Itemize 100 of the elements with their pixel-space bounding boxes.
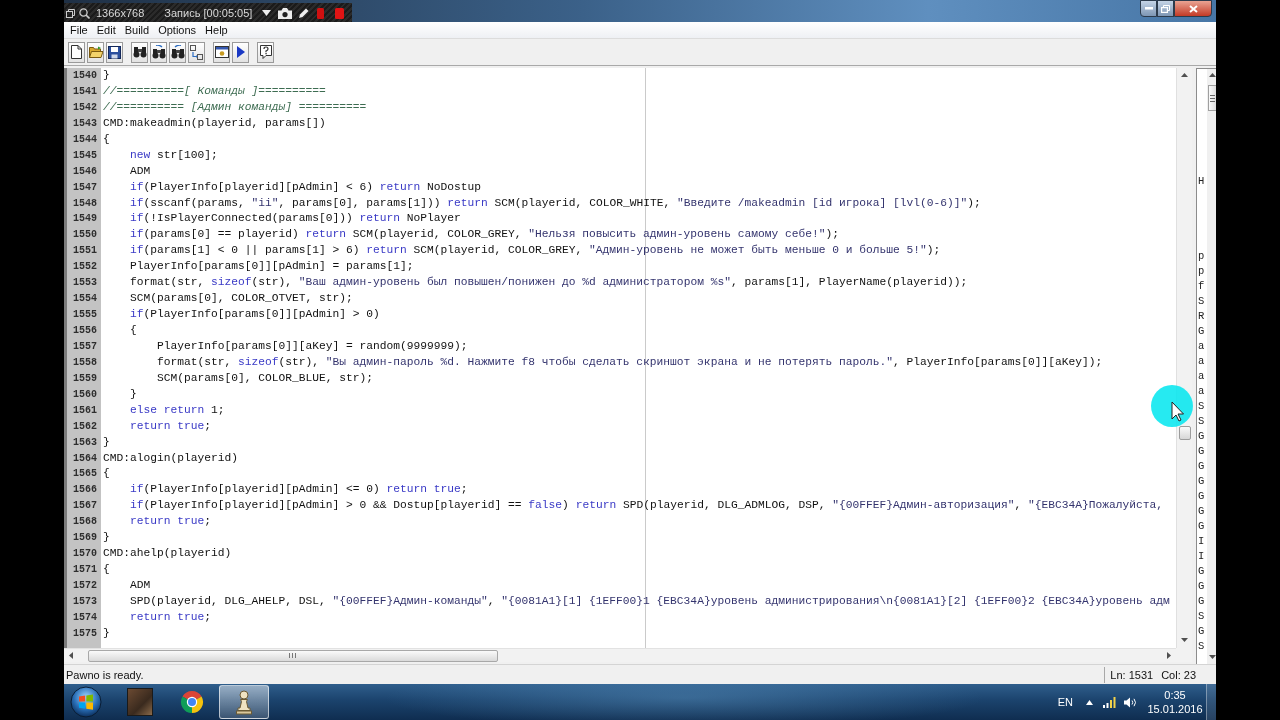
function-list-item[interactable]: G	[1198, 489, 1205, 504]
line-number: 1562	[73, 419, 97, 434]
menu-item[interactable]: Edit	[92, 23, 120, 37]
stop-icon[interactable]	[335, 7, 345, 19]
up-arrow-icon[interactable]	[1181, 73, 1188, 77]
code-line: return true;	[129, 609, 212, 625]
find-next-button[interactable]	[150, 41, 167, 63]
close-button[interactable]	[1174, 0, 1212, 17]
show-hidden-icons-button[interactable]	[1086, 699, 1093, 705]
language-indicator[interactable]: EN	[1057, 696, 1073, 708]
restore-button[interactable]	[1157, 0, 1174, 17]
restore-icon	[1161, 4, 1170, 13]
function-list-item[interactable]: G	[1198, 519, 1205, 534]
function-list-item[interactable]: a	[1198, 339, 1205, 354]
menu-item[interactable]: Options	[154, 23, 201, 37]
function-list-item[interactable]: a	[1198, 369, 1205, 384]
replace-button[interactable]	[188, 41, 205, 63]
line-number: 1561	[73, 403, 97, 418]
pencil-icon[interactable]	[299, 8, 310, 18]
code-line: return true;	[129, 514, 212, 530]
code-area[interactable]	[101, 68, 1176, 648]
line-number: 1556	[73, 324, 97, 338]
function-list-item[interactable]: G	[1198, 474, 1205, 489]
show-desktop-button[interactable]	[1206, 684, 1216, 720]
browser-icon	[180, 690, 204, 714]
function-list-item[interactable]: G	[1198, 459, 1205, 474]
function-list-item[interactable]: I	[1198, 534, 1205, 549]
save-button[interactable]	[106, 41, 123, 63]
code-line: {	[103, 131, 110, 147]
scrollbar-thumb[interactable]	[1178, 426, 1191, 440]
function-list-item[interactable]: S	[1198, 294, 1205, 309]
signal-bars-icon[interactable]	[1103, 696, 1116, 708]
code-line: {	[129, 323, 137, 338]
find-previous-button[interactable]	[169, 41, 186, 63]
code-line: if(PlayerInfo[playerid][pAdmin] <= 0) return true;	[129, 482, 468, 498]
function-list-item[interactable]: p	[1198, 264, 1205, 279]
function-list-item[interactable]: a	[1198, 384, 1205, 399]
line-number: 1557	[73, 339, 97, 354]
code-line: {	[103, 562, 110, 578]
function-list-item[interactable]: G	[1198, 579, 1205, 594]
down-arrow-icon[interactable]	[1181, 638, 1188, 642]
function-list-item[interactable]: R	[1198, 309, 1205, 324]
line-number: 1544	[73, 132, 97, 147]
camera-icon[interactable]	[278, 7, 293, 19]
app-tile-icon	[127, 688, 153, 716]
left-arrow-icon[interactable]	[69, 652, 73, 659]
run-button[interactable]	[232, 41, 249, 63]
function-list-item[interactable]: p	[1198, 249, 1205, 264]
vertical-scrollbar[interactable]	[1207, 69, 1216, 664]
scrollbar-thumb[interactable]	[88, 649, 498, 662]
code-line: PlayerInfo[params[0]][aKey] = random(9999999);	[156, 338, 468, 354]
function-list-item[interactable]: S	[1198, 609, 1205, 624]
code-line: return true;	[129, 418, 212, 434]
function-list-item[interactable]: a	[1198, 354, 1205, 369]
function-list-item[interactable]: G	[1198, 624, 1205, 639]
function-list-item[interactable]: G	[1198, 324, 1205, 339]
minimize-button[interactable]	[1140, 0, 1157, 17]
compile-button[interactable]	[213, 41, 230, 63]
code-line: new str[100];	[129, 147, 218, 163]
function-list-item[interactable]: S	[1198, 639, 1205, 654]
function-list-item[interactable]: f	[1198, 279, 1205, 294]
function-list-item[interactable]: G	[1198, 429, 1205, 444]
pause-icon[interactable]	[317, 7, 325, 19]
find-button[interactable]	[131, 41, 148, 63]
right-arrow-icon[interactable]	[1167, 652, 1171, 659]
function-list-item[interactable]: S	[1198, 414, 1205, 429]
function-list-item[interactable]: S	[1198, 399, 1205, 414]
taskbar-app-button[interactable]	[219, 685, 269, 719]
page-icon	[71, 45, 82, 59]
horizontal-scrollbar[interactable]	[64, 648, 1176, 662]
column-indicator: Col: 23	[1161, 668, 1196, 681]
help-button[interactable]	[257, 41, 274, 63]
speaker-icon[interactable]	[1124, 696, 1137, 708]
window-icon	[214, 46, 229, 58]
scrollbar-thumb[interactable]	[1207, 85, 1216, 111]
menu-item[interactable]: Build	[120, 23, 154, 37]
search-icon[interactable]	[79, 7, 90, 19]
swap-arrow-icon	[190, 44, 203, 60]
open-button[interactable]	[87, 41, 104, 63]
function-list-item[interactable]: G	[1198, 504, 1205, 519]
function-list-item[interactable]: G	[1198, 444, 1205, 459]
code-line: format(str, sizeof(str), "Ваш админ-уровень был повышен/понижен до %d администратором %s", params[1], PlayerName(playerid));	[129, 275, 968, 291]
overlap-squares-icon[interactable]	[66, 8, 75, 18]
clock-date[interactable]: 15.01.2016	[1147, 702, 1203, 716]
function-list-item[interactable]: I	[1198, 549, 1205, 564]
down-arrow-icon[interactable]	[1208, 655, 1216, 659]
menu-item[interactable]: Help	[201, 23, 232, 37]
folder-icon	[88, 46, 103, 58]
dropdown-triangle-icon[interactable]	[262, 10, 272, 16]
clock-time[interactable]: 0:35	[1164, 688, 1186, 702]
code-line: SPD(playerid, DLG_AHELP, DSL, "{00FFEF}Админ-команды", "{0081A1}[1] {1EFF00}1 {EBC34A}уровень администрирования\n{0081A1}[2] {1EFF00}2 {EBC34A}уровень адм	[129, 593, 1170, 609]
up-arrow-icon[interactable]	[1208, 73, 1216, 77]
function-list-item[interactable]: H	[1198, 174, 1205, 189]
new-file-button[interactable]	[68, 41, 85, 63]
function-list-item[interactable]: G	[1198, 564, 1205, 579]
binoculars-arrow-icon	[151, 45, 166, 59]
function-list-item[interactable]: G	[1198, 594, 1205, 609]
line-number: 1542	[73, 100, 97, 115]
menu-item[interactable]: File	[66, 23, 92, 37]
line-number: 1553	[73, 276, 97, 291]
